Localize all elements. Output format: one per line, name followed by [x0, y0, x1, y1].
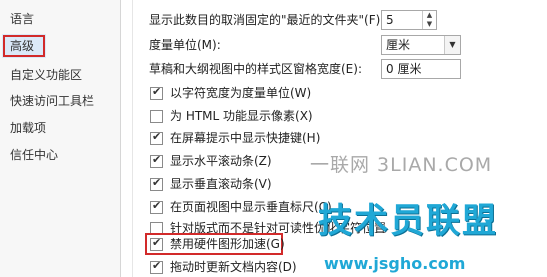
checkbox-disable-hardware-acceleration[interactable]	[150, 236, 163, 251]
checkbox-char-width-unit[interactable]	[150, 85, 163, 100]
style-pane-width-value: 0 厘米	[386, 62, 422, 76]
checkbox-html-pixels[interactable]	[150, 110, 163, 123]
nav-item-quick-access-toolbar[interactable]: 快速访问工具栏	[0, 89, 121, 113]
spinner-arrows-icon[interactable]: ▲ ▼	[422, 11, 436, 29]
option-update-while-dragging-label: 拖动时更新文档内容(D)	[170, 260, 297, 274]
recent-folders-spinner[interactable]: 5 ▲ ▼	[381, 10, 437, 30]
option-horizontal-scrollbar-label: 显示水平滚动条(Z)	[170, 154, 272, 168]
watermark-jsgho-logo: 技术员联盟	[318, 201, 498, 241]
nav-item-addins[interactable]: 加载项	[0, 116, 121, 140]
checkbox-vertical-scrollbar[interactable]	[150, 176, 163, 191]
nav-item-advanced[interactable]: 高级	[2, 34, 46, 58]
measure-unit-label: 度量单位(M):	[149, 38, 221, 52]
pane-divider	[121, 0, 133, 277]
style-pane-width-input[interactable]: 0 厘米	[381, 59, 461, 79]
recent-folders-label: 显示此数目的取消固定的"最近的文件夹"(F):	[149, 13, 385, 27]
nav-item-language[interactable]: 语言	[0, 7, 121, 31]
option-disable-hardware-acceleration-label: 禁用硬件图形加速(G)	[170, 237, 285, 251]
option-vertical-ruler-label: 在页面视图中显示垂直标尺(C)	[170, 200, 332, 214]
watermark-jsgho-url: www.jsgho.com	[324, 254, 466, 273]
checkbox-horizontal-scrollbar[interactable]	[150, 153, 163, 168]
checkbox-screentip-shortcuts[interactable]	[150, 130, 163, 145]
measure-unit-value: 厘米	[386, 38, 411, 52]
measure-unit-select[interactable]: 厘米 ▼	[381, 35, 461, 55]
style-pane-width-label: 草稿和大纲视图中的样式区窗格宽度(E):	[149, 62, 362, 76]
option-char-width-unit-label: 以字符宽度为度量单位(W)	[170, 86, 312, 100]
chevron-down-icon[interactable]: ▼	[444, 36, 460, 54]
watermark-3lian: 一联网 3LIAN.COM	[310, 154, 493, 176]
checkbox-update-while-dragging[interactable]	[150, 259, 163, 274]
option-html-pixels-label: 为 HTML 功能显示像素(X)	[170, 109, 313, 123]
options-nav-pane: 语言 高级 自定义功能区 快速访问工具栏 加载项 信任中心	[0, 0, 121, 277]
checkbox-vertical-ruler[interactable]	[150, 199, 163, 214]
option-screentip-shortcuts-label: 在屏幕提示中显示快捷键(H)	[170, 131, 321, 145]
recent-folders-value: 5	[386, 13, 394, 27]
option-vertical-scrollbar-label: 显示垂直滚动条(V)	[170, 177, 272, 191]
nav-item-trust-center[interactable]: 信任中心	[0, 143, 121, 167]
nav-item-customize-ribbon[interactable]: 自定义功能区	[0, 63, 121, 87]
